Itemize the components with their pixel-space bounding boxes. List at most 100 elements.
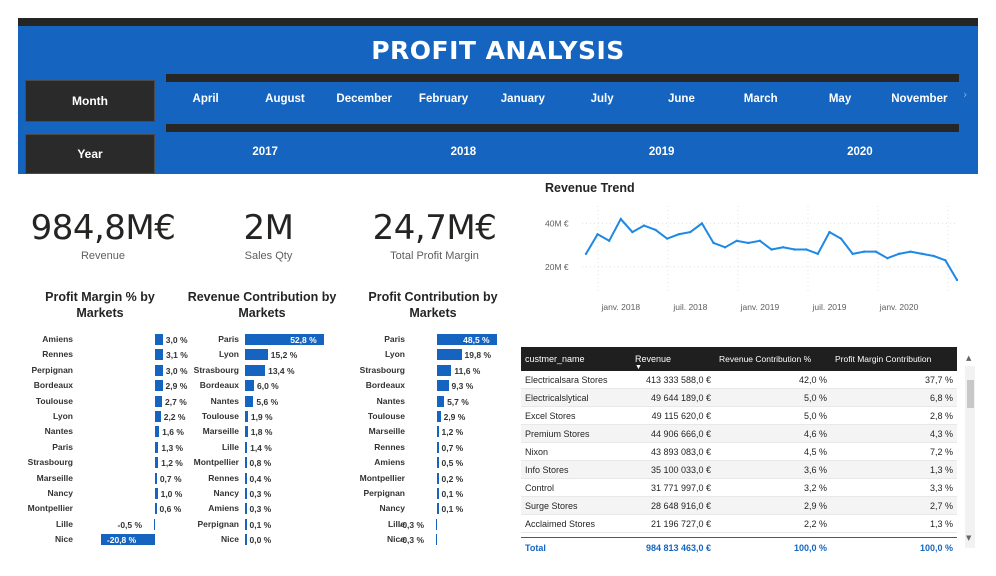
profit_contribution-bar bbox=[437, 349, 462, 361]
profit_margin-value-label: 2,9 % bbox=[165, 381, 188, 392]
cell-revenue: 21 196 727,0 € bbox=[650, 518, 711, 529]
revenue_contribution-value-label: 15,2 % bbox=[270, 350, 298, 361]
profit_margin-bar bbox=[155, 364, 163, 376]
cell-profit-margin-contribution: 4,3 % bbox=[929, 428, 953, 439]
profit_margin-bar bbox=[155, 411, 161, 422]
revenue-trend-point[interactable] bbox=[886, 257, 889, 260]
table-row[interactable]: Info Stores 35 100 033,0 € 3,6 % 1,3 % bbox=[521, 461, 957, 479]
year-option-2020[interactable]: 2020 bbox=[761, 146, 959, 158]
month-option-november[interactable]: November bbox=[880, 93, 959, 105]
revenue-trend-point[interactable] bbox=[770, 248, 773, 251]
revenue_contribution-label: Nice bbox=[221, 534, 239, 545]
revenue-trend-point[interactable] bbox=[863, 250, 866, 253]
column-header-revenue[interactable]: Revenue ▼ bbox=[631, 354, 715, 371]
revenue-trend-point[interactable] bbox=[921, 252, 924, 256]
revenue-trend-point[interactable] bbox=[747, 241, 750, 245]
revenue_contribution-value-label: 0,4 % bbox=[249, 473, 272, 484]
table-row[interactable]: Surge Stores 28 648 916,0 € 2,9 % 2,7 % bbox=[521, 497, 957, 515]
revenue-trend-point[interactable] bbox=[839, 237, 843, 240]
revenue-trend-point[interactable] bbox=[654, 228, 657, 232]
profit_contribution-label: Toulouse bbox=[367, 411, 405, 421]
revenue-trend-point[interactable] bbox=[735, 239, 738, 242]
revenue-trend-point[interactable] bbox=[816, 252, 820, 256]
revenue-trend-point[interactable] bbox=[619, 217, 622, 221]
profit_margin-label: Strasbourg bbox=[27, 457, 73, 468]
month-option-december[interactable]: December bbox=[325, 93, 404, 105]
revenue-trend-point[interactable] bbox=[793, 248, 796, 251]
table-row[interactable]: Electricalslytical 49 644 189,0 € 5,0 % 6,8… bbox=[521, 389, 957, 407]
month-option-february[interactable]: February bbox=[404, 93, 483, 105]
revenue-trend-point[interactable] bbox=[642, 224, 646, 227]
profit_margin-label: Nantes bbox=[44, 426, 73, 437]
month-option-may[interactable]: May bbox=[800, 93, 879, 105]
column-header-profit-margin-contribution[interactable]: Profit Margin Contribution bbox=[831, 354, 957, 364]
kpi-sales-qty-label: Sales Qty bbox=[244, 250, 293, 262]
revenue-trend-point[interactable] bbox=[874, 250, 878, 253]
profit-margin-chart: Amiens 3,0 % Rennes 3,1 % Perpignan 3,0 % Bord… bbox=[18, 332, 188, 550]
revenue-trend-point[interactable] bbox=[700, 222, 704, 225]
table-row[interactable]: Electricalsara Stores 413 333 588,0 € 42,0… bbox=[521, 371, 957, 389]
revenue-trend-point[interactable] bbox=[596, 233, 599, 236]
profit_margin-bar bbox=[155, 380, 163, 392]
profit_contribution-bar bbox=[437, 364, 452, 376]
cell-customer: Acclaimed Stores bbox=[525, 518, 596, 529]
month-option-june[interactable]: June bbox=[642, 93, 721, 105]
month-option-august[interactable]: August bbox=[245, 93, 324, 105]
revenue-trend-point[interactable] bbox=[689, 230, 692, 234]
revenue-trend-point[interactable] bbox=[631, 230, 634, 234]
month-option-july[interactable]: July bbox=[563, 93, 642, 105]
month-scroll-right-icon[interactable]: › bbox=[963, 88, 967, 101]
column-header-revenue-contribution[interactable]: Revenue Contribution % bbox=[715, 354, 831, 364]
table-row[interactable]: Excel Stores 49 115 620,0 € 5,0 % 2,8 % bbox=[521, 407, 957, 425]
cell-revenue: 44 906 666,0 € bbox=[650, 428, 711, 439]
scroll-down-icon[interactable]: ▼ bbox=[966, 534, 971, 542]
profit_margin-label: Lille bbox=[55, 518, 73, 529]
revenue-trend-point[interactable] bbox=[781, 246, 785, 249]
profit_margin-bar bbox=[155, 349, 164, 361]
table-row[interactable]: Premium Stores 44 906 666,0 € 4,6 % 4,3 % bbox=[521, 425, 957, 443]
revenue-trend-point[interactable] bbox=[932, 254, 936, 258]
revenue-trend-point[interactable] bbox=[909, 250, 912, 253]
month-option-january[interactable]: January bbox=[483, 93, 562, 105]
year-slicer-label: Year bbox=[25, 134, 155, 174]
profit_margin-value-label: 3,1 % bbox=[166, 350, 188, 361]
scroll-up-icon[interactable]: ▲ bbox=[966, 354, 971, 362]
column-header-customer[interactable]: custmer_name bbox=[521, 354, 631, 364]
profit_margin-value-label: 0,6 % bbox=[159, 504, 182, 515]
revenue-trend-point[interactable] bbox=[758, 239, 762, 242]
table-row[interactable]: Nixon 43 893 083,0 € 4,5 % 7,2 % bbox=[521, 443, 957, 461]
table-scrollbar-thumb[interactable] bbox=[967, 380, 974, 408]
revenue-trend-point[interactable] bbox=[584, 252, 588, 256]
table-row[interactable]: Control 31 771 997,0 € 3,2 % 3,3 % bbox=[521, 479, 957, 497]
revenue-trend-point[interactable] bbox=[723, 246, 727, 249]
column-header-revenue-label: Revenue bbox=[635, 354, 672, 364]
revenue_contribution-value-label: 6,0 % bbox=[257, 381, 279, 392]
profit_margin-bar bbox=[153, 518, 155, 530]
revenue-trend-point[interactable] bbox=[897, 252, 901, 256]
revenue-trend-point[interactable] bbox=[665, 237, 669, 240]
table-row[interactable]: Acclaimed Stores 21 196 727,0 € 2,2 % 1,3 % bbox=[521, 515, 957, 533]
revenue-trend-point[interactable] bbox=[607, 239, 611, 242]
year-option-2018[interactable]: 2018 bbox=[364, 146, 562, 158]
cell-customer: Electricalsara Stores bbox=[525, 374, 608, 385]
month-option-april[interactable]: April bbox=[166, 93, 245, 105]
month-slicer: April August December February January July Ju… bbox=[166, 93, 959, 109]
cell-customer: Electricalslytical bbox=[525, 392, 589, 403]
revenue-trend-point[interactable] bbox=[805, 248, 808, 251]
revenue-trend-point[interactable] bbox=[677, 233, 680, 236]
month-option-march[interactable]: March bbox=[721, 93, 800, 105]
revenue-trend-point[interactable] bbox=[955, 278, 959, 282]
year-option-2017[interactable]: 2017 bbox=[166, 146, 364, 158]
header-banner: PROFIT ANALYSIS Month April August Decembe… bbox=[18, 26, 978, 174]
year-option-2019[interactable]: 2019 bbox=[563, 146, 761, 158]
revenue-trend-point[interactable] bbox=[712, 241, 715, 245]
cell-revenue-contribution: 5,0 % bbox=[803, 392, 827, 403]
revenue-trend-x-tick: janv. 2019 bbox=[740, 302, 780, 312]
revenue-trend-point[interactable] bbox=[828, 230, 831, 234]
profit_margin-label: Bordeaux bbox=[33, 380, 73, 391]
profit_contribution-bar bbox=[437, 457, 439, 469]
profit_contribution-value-label: 1,2 % bbox=[441, 427, 464, 438]
profit_contribution-label: Paris bbox=[384, 334, 405, 344]
revenue-trend-point[interactable] bbox=[851, 252, 854, 256]
revenue-trend-point[interactable] bbox=[944, 259, 947, 262]
